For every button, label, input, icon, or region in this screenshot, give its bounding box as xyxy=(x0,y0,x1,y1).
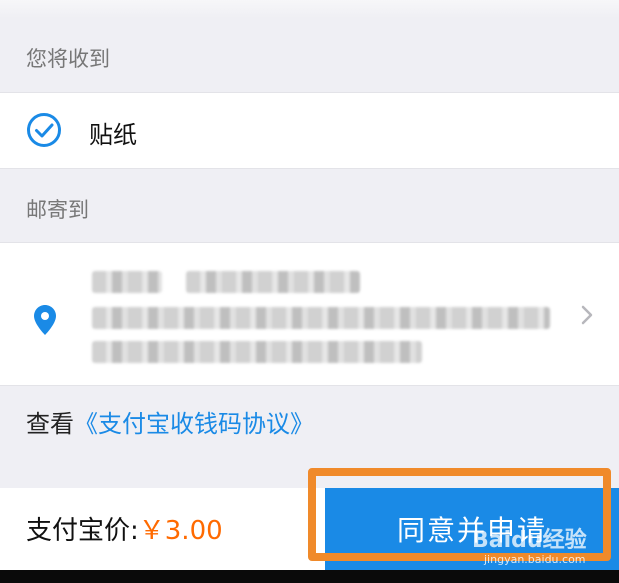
location-pin-icon xyxy=(34,305,56,335)
agreement-link[interactable]: 《支付宝收钱码协议》 xyxy=(74,410,314,438)
check-circle-icon[interactable] xyxy=(26,112,62,148)
address-phone-redacted xyxy=(186,271,360,293)
bottom-black-strip xyxy=(0,570,619,583)
baidu-watermark-url: jingyan.baidu.com xyxy=(484,553,586,566)
address-line1-redacted xyxy=(92,307,550,329)
address-row[interactable] xyxy=(0,242,619,386)
top-fade xyxy=(0,0,619,18)
agreement-text: 查看《支付宝收钱码协议》 xyxy=(26,404,314,439)
agreement-prefix: 查看 xyxy=(26,410,74,438)
address-line2-redacted xyxy=(92,341,422,363)
chevron-right-icon[interactable] xyxy=(578,303,596,327)
section-title-ship: 邮寄到 xyxy=(26,198,89,222)
price-label: 支付宝价: xyxy=(26,516,139,546)
address-name-redacted xyxy=(92,271,162,293)
section-title-receive: 您将收到 xyxy=(26,47,110,71)
baidu-watermark: Baidu经验 xyxy=(472,528,587,553)
price-value: ￥3.00 xyxy=(138,516,223,546)
price-label-group: 支付宝价:￥3.00 xyxy=(26,510,223,547)
receive-item-row[interactable]: 贴纸 xyxy=(0,92,619,169)
receive-item-label: 贴纸 xyxy=(89,121,137,149)
